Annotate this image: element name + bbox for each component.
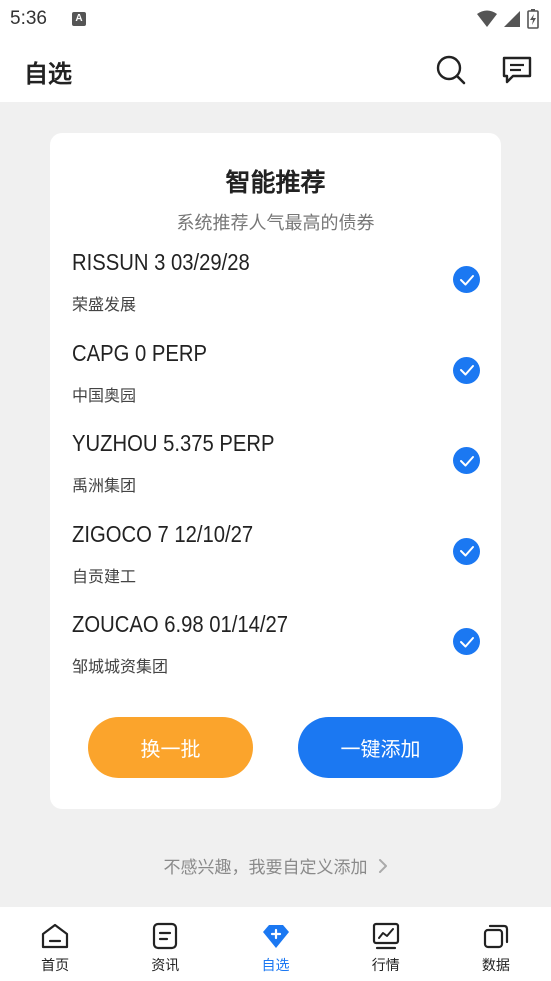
bond-name: ZOUCAO 6.98 01/14/27 xyxy=(72,611,289,637)
chart-icon xyxy=(371,921,401,951)
checkmark-icon[interactable] xyxy=(453,356,480,384)
tab-news[interactable]: 资讯 xyxy=(110,907,220,981)
bond-name: ZIGOCO 7 12/10/27 xyxy=(72,520,254,547)
recommendation-card: 智能推荐 系统推荐人气最高的债券 RISSUN 3 03/29/28 荣盛发展 … xyxy=(50,133,501,809)
bond-item[interactable]: ZOUCAO 6.98 01/14/27 邹城城资集团 xyxy=(50,607,501,698)
tab-market[interactable]: 行情 xyxy=(331,907,441,981)
card-subtitle: 系统推荐人气最高的债券 xyxy=(176,213,375,234)
tab-label: 数据 xyxy=(481,958,510,974)
checkmark-icon[interactable] xyxy=(453,447,480,474)
chevron-right-icon xyxy=(378,858,387,873)
tab-label: 资讯 xyxy=(151,958,180,974)
status-icons xyxy=(477,9,539,29)
bond-item[interactable]: ZIGOCO 7 12/10/27 自贡建工 xyxy=(50,517,501,608)
bond-issuer: 自贡建工 xyxy=(72,566,137,586)
tab-watchlist[interactable]: 自选 xyxy=(220,907,330,981)
checkmark-icon[interactable] xyxy=(453,266,480,293)
tab-data[interactable]: 数据 xyxy=(441,907,551,981)
home-icon xyxy=(40,921,70,951)
status-time: 5:36 xyxy=(10,8,47,29)
wifi-icon xyxy=(477,10,497,27)
bond-name: CAPG 0 PERP xyxy=(72,339,207,366)
page-title: 自选 xyxy=(24,60,72,88)
bond-name: RISSUN 3 03/29/28 xyxy=(72,249,250,275)
bond-issuer: 禹洲集团 xyxy=(72,476,137,495)
card-title: 智能推荐 xyxy=(225,168,326,197)
bond-issuer: 邹城城资集团 xyxy=(72,657,169,676)
add-all-button[interactable]: 一键添加 xyxy=(298,717,463,778)
checkmark-icon[interactable] xyxy=(453,628,480,655)
notification-icon: A xyxy=(72,12,86,26)
bond-item[interactable]: RISSUN 3 03/29/28 荣盛发展 xyxy=(50,245,501,336)
custom-add-link[interactable]: 不感兴趣，我要自定义添加 xyxy=(0,853,551,878)
tab-label: 行情 xyxy=(371,958,400,974)
battery-icon xyxy=(527,9,539,29)
search-icon[interactable] xyxy=(435,54,467,86)
tab-label: 自选 xyxy=(261,958,290,974)
news-icon xyxy=(150,921,180,951)
bottom-tab-bar: 首页 资讯 自选 行情 数据 xyxy=(0,907,551,981)
data-icon xyxy=(481,921,511,951)
diamond-icon xyxy=(261,921,291,951)
bond-issuer: 荣盛发展 xyxy=(72,295,137,314)
status-bar: 5:36 A xyxy=(0,0,551,38)
bond-name: YUZHOU 5.375 PERP xyxy=(72,430,275,456)
bond-issuer: 中国奥园 xyxy=(72,385,137,405)
bond-list: RISSUN 3 03/29/28 荣盛发展 CAPG 0 PERP 中国奥园 … xyxy=(50,245,501,698)
bond-item[interactable]: YUZHOU 5.375 PERP 禹洲集团 xyxy=(50,426,501,517)
app-header: 自选 xyxy=(0,38,551,102)
signal-icon xyxy=(504,11,520,27)
custom-add-label: 不感兴趣，我要自定义添加 xyxy=(163,858,368,878)
message-icon[interactable] xyxy=(501,54,533,86)
bond-item[interactable]: CAPG 0 PERP 中国奥园 xyxy=(50,336,501,427)
swap-batch-button[interactable]: 换一批 xyxy=(88,717,253,778)
checkmark-icon[interactable] xyxy=(453,537,480,565)
tab-label: 首页 xyxy=(41,958,70,974)
tab-home[interactable]: 首页 xyxy=(0,907,110,981)
